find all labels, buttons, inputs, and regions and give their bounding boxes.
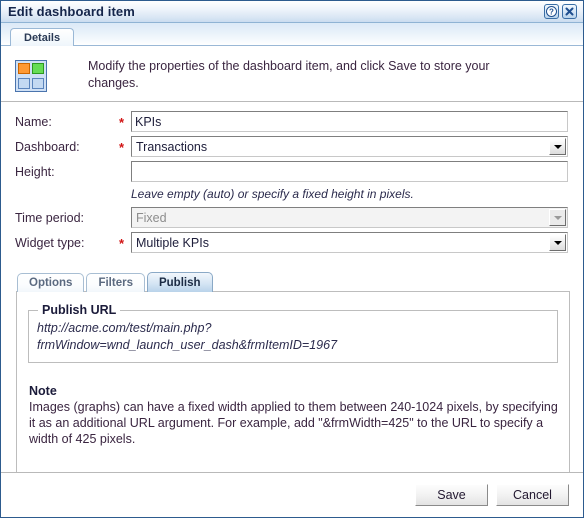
- close-button[interactable]: [562, 4, 577, 19]
- height-hint: Leave empty (auto) or specify a fixed he…: [131, 187, 414, 201]
- instruction-text: Modify the properties of the dashboard i…: [88, 59, 490, 90]
- tab-details[interactable]: Details: [10, 28, 75, 46]
- cancel-button[interactable]: Cancel: [496, 484, 569, 506]
- dialog-titlebar: Edit dashboard item ?: [1, 1, 583, 23]
- instruction-row: Modify the properties of the dashboard i…: [1, 46, 583, 102]
- dashboard-select-value: Transactions: [136, 139, 208, 154]
- top-tabstrip: Details: [1, 23, 583, 46]
- tab-publish-label: Publish: [158, 276, 201, 289]
- widget-type-select-value: Multiple KPIs: [136, 235, 209, 250]
- grid-cell-blue-2: [32, 78, 44, 89]
- inner-tabs-section: Options Filters Publish Publish URL http…: [1, 261, 583, 499]
- note-text: Images (graphs) can have a fixed width a…: [29, 400, 558, 446]
- label-name: Name:: [15, 114, 52, 129]
- help-button[interactable]: ?: [544, 4, 559, 19]
- tab-details-label: Details: [24, 31, 61, 44]
- label-widget-type: Widget type:: [15, 235, 85, 250]
- publish-url-legend: Publish URL: [42, 303, 117, 317]
- dialog-title: Edit dashboard item: [8, 4, 135, 19]
- dashboard-select[interactable]: Transactions: [131, 136, 568, 157]
- field-row-widget-type: Widget type: * Multiple KPIs: [1, 232, 583, 253]
- tab-options-label: Options: [29, 277, 73, 289]
- field-row-time-period: Time period: Fixed: [1, 207, 583, 228]
- dialog-body: Modify the properties of the dashboard i…: [1, 46, 583, 499]
- close-x-icon: [565, 7, 574, 16]
- grid-cell-green: [32, 63, 44, 74]
- label-dashboard: Dashboard:: [15, 139, 80, 154]
- publish-tab-panel: Publish URL http://acme.com/test/main.ph…: [16, 291, 570, 499]
- edit-dashboard-item-dialog: Edit dashboard item ? Details Modify the…: [0, 0, 584, 518]
- inner-tabstrip: Options Filters Publish: [1, 270, 583, 292]
- svg-text:?: ?: [549, 7, 554, 16]
- required-marker-time-period-empty: [119, 217, 131, 219]
- note-heading: Note: [29, 384, 57, 398]
- dialog-footer: Save Cancel: [1, 472, 583, 517]
- save-button[interactable]: Save: [415, 484, 488, 506]
- field-row-height: Height:: [1, 161, 583, 182]
- chevron-down-icon[interactable]: [549, 234, 566, 251]
- required-marker-dashboard: *: [119, 139, 125, 155]
- tab-publish[interactable]: Publish: [146, 272, 213, 292]
- publish-url-fieldset: Publish URL http://acme.com/test/main.ph…: [28, 303, 558, 363]
- tab-options[interactable]: Options: [17, 273, 85, 292]
- chevron-down-icon: [549, 209, 566, 226]
- label-height: Height:: [15, 164, 55, 179]
- field-row-dashboard: Dashboard: * Transactions: [1, 136, 583, 157]
- publish-url-line-1: http://acme.com/test/main.php?: [37, 321, 212, 335]
- height-input[interactable]: [131, 161, 568, 182]
- required-marker-height-empty: [119, 171, 131, 173]
- time-period-select: Fixed: [131, 207, 568, 228]
- field-row-name: Name: *: [1, 111, 583, 132]
- chevron-down-icon[interactable]: [549, 138, 566, 155]
- grid-cell-orange: [18, 63, 30, 74]
- label-time-period: Time period:: [15, 210, 85, 225]
- time-period-select-value: Fixed: [136, 210, 167, 225]
- tab-filters-label: Filters: [98, 277, 133, 289]
- grid-cell-blue-1: [18, 78, 30, 89]
- tab-filters[interactable]: Filters: [86, 273, 145, 292]
- required-marker-widget-type: *: [119, 235, 125, 251]
- publish-url-line-2: frmWindow=wnd_launch_user_dash&frmItemID…: [37, 338, 338, 352]
- question-mark-icon: ?: [546, 6, 557, 17]
- widget-type-select[interactable]: Multiple KPIs: [131, 232, 568, 253]
- titlebar-button-group: ?: [544, 4, 579, 19]
- properties-form: Name: * Dashboard: * Transactions Height…: [1, 102, 583, 261]
- name-input[interactable]: [131, 111, 568, 132]
- dashboard-grid-icon: [15, 60, 47, 92]
- required-marker-name: *: [119, 114, 125, 130]
